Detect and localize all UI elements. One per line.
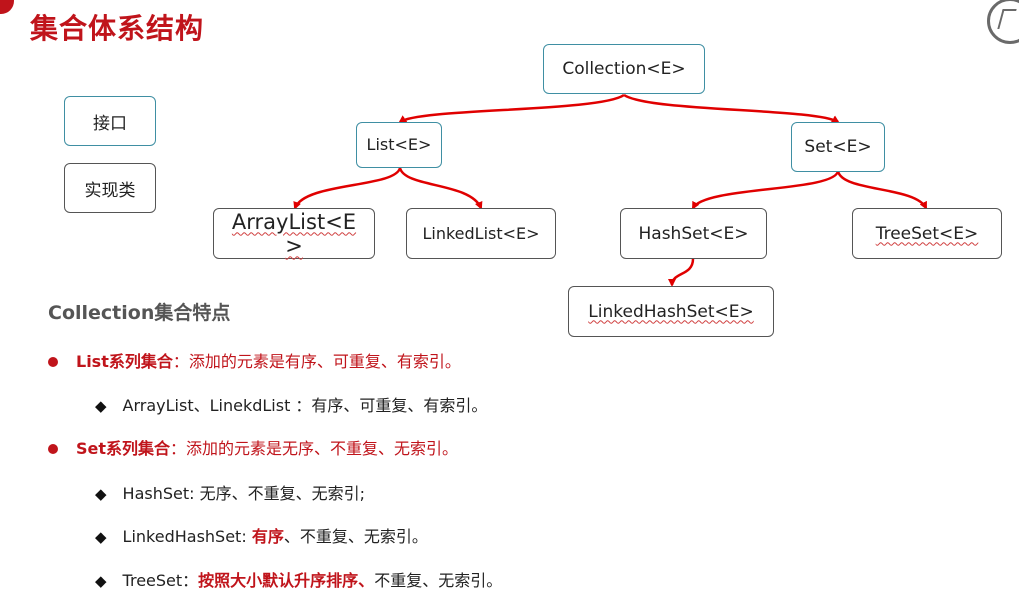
lhs-highlight: 有序 — [251, 527, 284, 546]
set-bullet: Set系列集合：添加的元素是无序、不重复、无索引。 — [48, 435, 458, 459]
treeset-highlight: 按照大小默认升序排序、 — [198, 571, 375, 590]
node-list: List<E> — [356, 122, 442, 168]
node-linkedlist: LinkedList<E> — [406, 208, 556, 259]
set-head: Set系列集合 — [76, 439, 171, 458]
bullet-dot-icon — [48, 356, 58, 367]
hashset-subitem: ◆ HashSet: 无序、不重复、无索引; — [95, 480, 365, 504]
features-title: Collection集合特点 — [48, 302, 231, 324]
list-sub-text: ArrayList、LinekdList ：有序、可重复、有索引。 — [122, 396, 488, 415]
arrow-collection-set — [623, 93, 840, 124]
node-list-label: List<E> — [366, 135, 432, 154]
lhs-prefix: LinkedHashSet: — [122, 527, 252, 546]
linkedhashset-subitem: ◆ LinkedHashSet: 有序、不重复、无索引。 — [95, 523, 428, 547]
treeset-prefix: TreeSet： — [122, 571, 199, 590]
treeset-rest: 不重复、无索引。 — [374, 571, 503, 590]
node-set: Set<E> — [791, 122, 885, 172]
node-hashset: HashSet<E> — [620, 208, 767, 259]
diamond-bullet-icon: ◆ — [95, 397, 107, 415]
treeset-subitem: ◆ TreeSet：按照大小默认升序排序、不重复、无索引。 — [95, 567, 502, 591]
set-desc: ：添加的元素是无序、不重复、无索引。 — [170, 439, 459, 458]
arrow-hashset-linkedhashset — [668, 258, 695, 287]
diamond-bullet-icon: ◆ — [95, 572, 107, 590]
arrow-list-linkedlist — [398, 167, 483, 210]
node-collection: Collection<E> — [543, 44, 705, 94]
bullet-dot-icon — [48, 443, 58, 454]
arrow-list-arraylist — [293, 167, 402, 210]
diamond-bullet-icon: ◆ — [95, 528, 107, 546]
diamond-bullet-icon: ◆ — [95, 485, 107, 503]
node-treeset-label: TreeSet<E> — [875, 223, 979, 244]
node-treeset: TreeSet<E> — [852, 208, 1002, 259]
arrow-set-treeset — [836, 170, 928, 210]
node-arraylist-label: ArrayList<E> — [231, 209, 357, 258]
hashset-text: HashSet: 无序、不重复、无索引; — [122, 484, 366, 503]
node-linkedlist-label: LinkedList<E> — [422, 224, 540, 243]
list-subitem: ◆ ArrayList、LinekdList ：有序、可重复、有索引。 — [95, 392, 487, 416]
node-hashset-label: HashSet<E> — [638, 223, 749, 244]
node-linkedhashset: LinkedHashSet<E> — [568, 286, 774, 337]
node-collection-label: Collection<E> — [562, 59, 686, 79]
node-linkedhashset-label: LinkedHashSet<E> — [588, 301, 754, 322]
lhs-rest: 、不重复、无索引。 — [283, 527, 428, 546]
node-arraylist: ArrayList<E> — [213, 208, 375, 259]
node-set-label: Set<E> — [804, 137, 872, 157]
arrow-collection-list — [398, 93, 625, 124]
list-bullet: List系列集合：添加的元素是有序、可重复、有索引。 — [48, 348, 461, 372]
list-desc: ：添加的元素是有序、可重复、有索引。 — [172, 352, 461, 371]
list-head: List系列集合 — [76, 352, 173, 371]
arrow-set-hashset — [691, 170, 840, 210]
